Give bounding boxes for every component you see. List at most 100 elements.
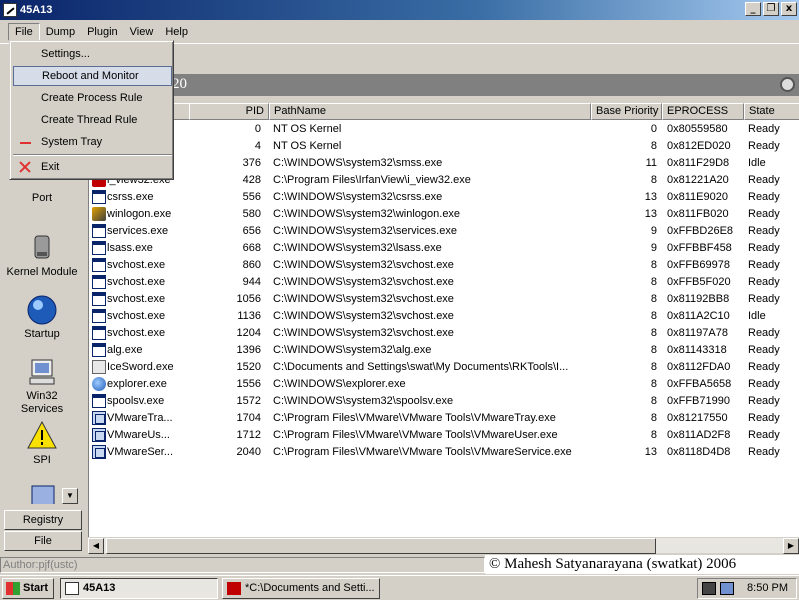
table-row[interactable]: svchost.exe 944 C:\WINDOWS\system32\svchos… <box>89 274 799 291</box>
table-row[interactable]: 0 NT OS Kernel 0 0x80559580 Ready <box>89 121 799 138</box>
table-row[interactable]: alg.exe 1396 C:\WINDOWS\system32\alg.exe 8 0… <box>89 342 799 359</box>
col-header-state[interactable]: State <box>744 103 799 120</box>
status-author: Author:pjf(ustc) <box>0 557 485 573</box>
cell-pid: 428 <box>242 174 261 186</box>
process-icon <box>92 207 106 221</box>
cell-base-priority: 13 <box>644 208 657 220</box>
cell-base-priority: 0 <box>650 123 657 135</box>
task-button-45a13[interactable]: 45A13 <box>60 578 218 599</box>
table-row[interactable]: VMwareUs... 1712 C:\Program Files\VMware\V… <box>89 427 799 444</box>
restore-button[interactable]: ❐ <box>763 2 779 16</box>
cell-name: VMwareSer... <box>107 446 174 458</box>
table-row[interactable]: svchost.exe 860 C:\WINDOWS\system32\svchos… <box>89 257 799 274</box>
cell-eprocess: 0x8112FDA0 <box>667 361 731 373</box>
table-row[interactable]: svchost.exe 1056 C:\WINDOWS\system32\svcho… <box>89 291 799 308</box>
tray-app-icon[interactable] <box>702 582 716 595</box>
table-row[interactable]: IceSword.exe 1520 C:\Documents and Setting… <box>89 359 799 376</box>
table-row[interactable]: svchost.exe 1136 C:\WINDOWS\system32\svcho… <box>89 308 799 325</box>
horizontal-scrollbar[interactable]: ◀ ▶ <box>88 537 799 554</box>
menu-help[interactable]: Help <box>159 24 194 40</box>
cell-state: Ready <box>748 259 780 271</box>
table-row[interactable]: csrss.exe 556 C:\WINDOWS\system32\csrss.ex… <box>89 189 799 206</box>
cell-state: Ready <box>748 242 780 254</box>
table-row[interactable]: VMwareSer... 2040 C:\Program Files\VMware\… <box>89 444 799 461</box>
cell-eprocess: 0x811FB020 <box>667 208 729 220</box>
process-icon <box>92 394 106 408</box>
menu-dump[interactable]: Dump <box>40 24 81 40</box>
tray-vmware-icon[interactable] <box>720 582 734 595</box>
cell-state: Ready <box>748 378 780 390</box>
cell-pid: 0 <box>254 123 261 135</box>
status-copyright: © Mahesh Satyanarayana (swatkat) 2006 <box>485 555 799 574</box>
menu-item-create-process-rule[interactable]: Create Process Rule <box>13 88 172 108</box>
close-button[interactable]: x <box>781 2 797 16</box>
minimize-button[interactable]: _ <box>745 2 761 16</box>
cell-path: C:\WINDOWS\system32\alg.exe <box>273 344 432 356</box>
cell-pid: 944 <box>242 276 261 288</box>
cell-base-priority: 8 <box>650 276 657 288</box>
start-button[interactable]: Start <box>2 578 54 599</box>
cell-base-priority: 8 <box>650 293 657 305</box>
task-button-documents[interactable]: *C:\Documents and Setti... <box>222 578 380 599</box>
table-row[interactable]: services.exe 656 C:\WINDOWS\system32\servi… <box>89 223 799 240</box>
process-icon <box>92 309 106 323</box>
content-header: 20 <box>88 74 799 96</box>
cell-base-priority: 8 <box>650 140 657 152</box>
table-row[interactable]: explorer.exe 1556 C:\WINDOWS\explorer.exe 8… <box>89 376 799 393</box>
col-header-base-priority[interactable]: Base Priority <box>591 103 662 120</box>
cell-eprocess: 0x811F29D8 <box>667 157 730 169</box>
menu-view[interactable]: View <box>124 24 160 40</box>
cell-pid: 656 <box>242 225 261 237</box>
menu-file[interactable]: File <box>8 23 40 41</box>
registry-button[interactable]: Registry <box>4 510 82 530</box>
nav-item-kernel-module[interactable]: Kernel Module <box>2 232 82 278</box>
process-list[interactable]: PID PathName Base Priority EPROCESS Stat… <box>88 103 799 552</box>
cell-eprocess: 0xFFB5F020 <box>667 276 731 288</box>
col-header-pid[interactable]: PID <box>189 103 269 120</box>
cell-state: Ready <box>748 225 780 237</box>
nav-label: Port <box>31 192 53 204</box>
scroll-thumb[interactable] <box>106 538 656 554</box>
cell-path: C:\Program Files\IrfanView\i_view32.exe <box>273 174 471 186</box>
table-row[interactable]: i_view32.exe 428 C:\Program Files\IrfanVie… <box>89 172 799 189</box>
title-bar[interactable]: 45A13 _ ❐ x <box>0 0 799 20</box>
cell-eprocess: 0x80559580 <box>667 123 728 135</box>
menu-item-settings[interactable]: Settings... <box>13 44 172 64</box>
cell-base-priority: 8 <box>650 344 657 356</box>
col-header-eprocess[interactable]: EPROCESS <box>662 103 744 120</box>
cell-path: C:\WINDOWS\system32\services.exe <box>273 225 457 237</box>
win32-services-icon <box>26 356 58 388</box>
refresh-icon[interactable] <box>780 77 795 92</box>
cell-path: C:\Program Files\VMware\VMware Tools\VMw… <box>273 446 572 458</box>
process-icon <box>92 360 106 374</box>
cell-pid: 376 <box>242 157 261 169</box>
system-tray: 8:50 PM <box>697 578 797 599</box>
process-icon <box>92 343 106 357</box>
nav-item-startup[interactable]: Startup <box>2 294 82 340</box>
table-row[interactable]: 376 C:\WINDOWS\system32\smss.exe 11 0x811F2… <box>89 155 799 172</box>
menu-item-create-thread-rule[interactable]: Create Thread Rule <box>13 110 172 130</box>
menu-plugin[interactable]: Plugin <box>81 24 124 40</box>
menu-item-system-tray[interactable]: System Tray <box>13 132 172 152</box>
cell-pid: 860 <box>242 259 261 271</box>
process-icon <box>92 190 106 204</box>
file-button[interactable]: File <box>4 531 82 551</box>
col-header-pathname[interactable]: PathName <box>269 103 591 120</box>
menu-item-exit[interactable]: Exit <box>13 157 172 177</box>
nav-scroll-down-button[interactable]: ▼ <box>62 488 78 504</box>
nav-item-win32-services[interactable]: Win32 Services <box>2 356 82 416</box>
scroll-left-button[interactable]: ◀ <box>88 538 104 554</box>
table-row[interactable]: winlogon.exe 580 C:\WINDOWS\system32\winlo… <box>89 206 799 223</box>
table-row[interactable]: 4 NT OS Kernel 8 0x812ED020 Ready <box>89 138 799 155</box>
cell-pid: 1204 <box>236 327 261 339</box>
table-row[interactable]: lsass.exe 668 C:\WINDOWS\system32\lsass.ex… <box>89 240 799 257</box>
table-row[interactable]: VMwareTra... 1704 C:\Program Files\VMware\… <box>89 410 799 427</box>
process-icon <box>92 224 106 238</box>
table-row[interactable]: svchost.exe 1204 C:\WINDOWS\system32\svcho… <box>89 325 799 342</box>
table-row[interactable]: spoolsv.exe 1572 C:\WINDOWS\system32\spool… <box>89 393 799 410</box>
menu-item-reboot-and-monitor[interactable]: Reboot and Monitor <box>13 66 172 86</box>
cell-path: C:\WINDOWS\system32\svchost.exe <box>273 310 454 322</box>
cell-name: svchost.exe <box>107 327 166 339</box>
nav-item-spi[interactable]: SPI <box>2 420 82 466</box>
scroll-right-button[interactable]: ▶ <box>783 538 799 554</box>
